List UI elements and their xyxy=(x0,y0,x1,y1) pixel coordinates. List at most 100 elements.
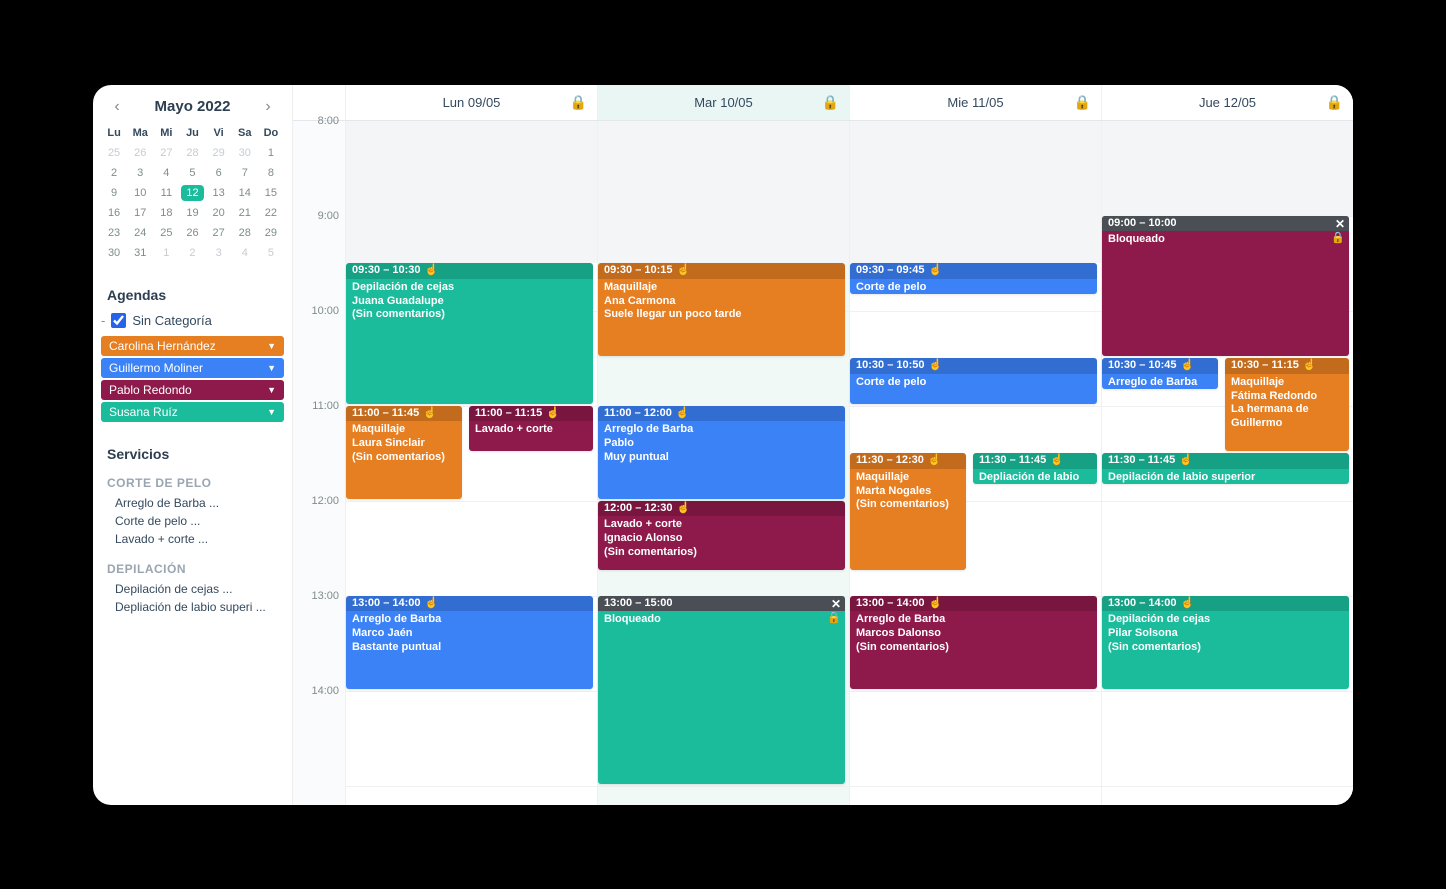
collapse-dash-icon[interactable]: - xyxy=(101,313,105,328)
mini-cal-day[interactable]: 27 xyxy=(206,223,232,243)
uncategorized-checkbox[interactable] xyxy=(111,313,126,328)
mini-cal-day[interactable]: 30 xyxy=(101,243,127,263)
mini-cal-day[interactable]: 6 xyxy=(206,163,232,183)
mini-cal-day[interactable]: 9 xyxy=(101,183,127,203)
dow-label: Ju xyxy=(179,123,205,143)
mini-cal-day[interactable]: 18 xyxy=(153,203,179,223)
chevron-down-icon[interactable]: ▼ xyxy=(267,363,276,373)
calendar-event[interactable]: 09:30 – 09:45☝Corte de pelo xyxy=(850,263,1097,294)
calendar-event[interactable]: 13:00 – 14:00☝Arreglo de BarbaMarcos Dal… xyxy=(850,596,1097,689)
chevron-down-icon[interactable]: ▼ xyxy=(267,407,276,417)
calendar-event[interactable]: 11:30 – 11:45☝Depliación de labio xyxy=(973,453,1097,484)
close-icon[interactable]: ✕ xyxy=(831,597,841,612)
mini-cal-day[interactable]: 5 xyxy=(179,163,205,183)
mini-cal-day[interactable]: 2 xyxy=(101,163,127,183)
mini-cal-day[interactable]: 1 xyxy=(153,243,179,263)
agenda-chip[interactable]: Susana Ruíz▼ xyxy=(101,402,284,422)
hand-icon: ☝ xyxy=(928,454,942,468)
mini-cal-day[interactable]: 13 xyxy=(206,183,232,203)
calendar-event[interactable]: 09:30 – 10:15☝MaquillajeAna CarmonaSuele… xyxy=(598,263,845,356)
service-item[interactable]: Arreglo de Barba ... xyxy=(101,494,284,512)
mini-cal-day[interactable]: 25 xyxy=(101,143,127,163)
calendar-event[interactable]: 13:00 – 14:00☝Arreglo de BarbaMarco Jaén… xyxy=(346,596,593,689)
uncategorized-label: Sin Categoría xyxy=(132,313,212,328)
mini-cal-day[interactable]: 28 xyxy=(179,143,205,163)
mini-cal-day[interactable]: 20 xyxy=(206,203,232,223)
calendar-event[interactable]: 11:00 – 11:15☝Lavado + corte xyxy=(469,406,593,452)
mini-cal-day[interactable]: 8 xyxy=(258,163,284,183)
event-line: Laura Sinclair xyxy=(352,437,456,451)
mini-cal-day[interactable]: 30 xyxy=(232,143,258,163)
mini-cal-day[interactable]: 27 xyxy=(153,143,179,163)
event-time-row: 10:30 – 10:50☝ xyxy=(850,358,1097,374)
calendar-event[interactable]: 11:00 – 12:00☝Arreglo de BarbaPabloMuy p… xyxy=(598,406,845,499)
hour-line xyxy=(850,786,1101,787)
mini-cal-day[interactable]: 5 xyxy=(258,243,284,263)
close-icon[interactable]: ✕ xyxy=(1335,217,1345,232)
calendar-event[interactable]: 11:00 – 11:45☝MaquillajeLaura Sinclair(S… xyxy=(346,406,462,499)
mini-cal-day[interactable]: 15 xyxy=(258,183,284,203)
service-item[interactable]: Corte de pelo ... xyxy=(101,512,284,530)
calendar-event[interactable]: 11:30 – 11:45☝Depilación de labio superi… xyxy=(1102,453,1349,484)
day-column[interactable]: 09:30 – 10:30☝Depilación de cejasJuana G… xyxy=(345,121,597,805)
mini-cal-day[interactable]: 3 xyxy=(206,243,232,263)
mini-cal-day[interactable]: 12 xyxy=(179,183,205,203)
mini-cal-day[interactable]: 29 xyxy=(206,143,232,163)
agenda-chip[interactable]: Guillermo Moliner ▼ xyxy=(101,358,284,378)
day-column[interactable]: 09:30 – 09:45☝Corte de pelo 10:30 – 10:50… xyxy=(849,121,1101,805)
day-header[interactable]: Jue 12/05🔒 xyxy=(1101,85,1353,120)
day-column[interactable]: 09:30 – 10:15☝MaquillajeAna CarmonaSuele… xyxy=(597,121,849,805)
day-header[interactable]: Mie 11/05🔒 xyxy=(849,85,1101,120)
mini-cal-day[interactable]: 28 xyxy=(232,223,258,243)
mini-cal-day[interactable]: 31 xyxy=(127,243,153,263)
calendar-event[interactable]: 13:00 – 15:00Bloqueado✕🔒 xyxy=(598,596,845,784)
mini-cal-day[interactable]: 22 xyxy=(258,203,284,223)
mini-cal-day[interactable]: 11 xyxy=(153,183,179,203)
service-item[interactable]: Depliación de labio superi ... xyxy=(101,598,284,616)
day-column[interactable]: 09:00 – 10:00Bloqueado✕🔒10:30 – 10:45☝Ar… xyxy=(1101,121,1353,805)
mini-cal-day[interactable]: 29 xyxy=(258,223,284,243)
calendar-event[interactable]: 10:30 – 10:50☝Corte de pelo xyxy=(850,358,1097,404)
mini-cal-day[interactable]: 24 xyxy=(127,223,153,243)
mini-cal-day[interactable]: 17 xyxy=(127,203,153,223)
service-item[interactable]: Depilación de cejas ... xyxy=(101,580,284,598)
calendar-event[interactable]: 09:00 – 10:00Bloqueado✕🔒 xyxy=(1102,216,1349,357)
agenda-chip[interactable]: Pablo Redondo▼ xyxy=(101,380,284,400)
mini-cal-day[interactable]: 16 xyxy=(101,203,127,223)
calendar-event[interactable]: 13:00 – 14:00☝Depilación de cejasPilar S… xyxy=(1102,596,1349,689)
mini-cal-day[interactable]: 2 xyxy=(179,243,205,263)
day-header[interactable]: Mar 10/05🔒 xyxy=(597,85,849,120)
mini-cal-day[interactable]: 3 xyxy=(127,163,153,183)
chevron-down-icon[interactable]: ▼ xyxy=(267,341,276,351)
agenda-chip[interactable]: Carolina Hernández▼ xyxy=(101,336,284,356)
calendar-event[interactable]: 10:30 – 10:45☝Arreglo de Barba xyxy=(1102,358,1218,389)
mini-cal-day[interactable]: 26 xyxy=(127,143,153,163)
mini-cal-day[interactable]: 14 xyxy=(232,183,258,203)
service-item[interactable]: Lavado + corte ... xyxy=(101,530,284,548)
agenda-category-row[interactable]: - Sin Categoría xyxy=(101,311,284,334)
calendar-event[interactable]: 10:30 – 11:15☝MaquillajeFátima RedondoLa… xyxy=(1225,358,1349,451)
calendar-event[interactable]: 11:30 – 12:30☝MaquillajeMarta Nogales(Si… xyxy=(850,453,966,570)
prev-month-button[interactable]: ‹ xyxy=(107,97,127,117)
day-header[interactable]: Lun 09/05🔒 xyxy=(345,85,597,120)
calendar-event[interactable]: 12:00 – 12:30☝Lavado + corteIgnacio Alon… xyxy=(598,501,845,570)
agenda-chip-label: Guillermo Moliner xyxy=(109,361,203,375)
event-time: 13:00 – 14:00 xyxy=(856,597,925,611)
mini-cal-day[interactable]: 25 xyxy=(153,223,179,243)
calendar-grid[interactable]: 8:009:0010:0011:0012:0013:0014:00 09:30 … xyxy=(293,121,1353,805)
chevron-down-icon[interactable]: ▼ xyxy=(267,385,276,395)
event-line: Maquillaje xyxy=(1231,376,1343,390)
mini-cal-day[interactable]: 21 xyxy=(232,203,258,223)
calendar-event[interactable]: 09:30 – 10:30☝Depilación de cejasJuana G… xyxy=(346,263,593,404)
mini-cal-day[interactable]: 4 xyxy=(153,163,179,183)
next-month-button[interactable]: › xyxy=(258,97,278,117)
mini-cal-day[interactable]: 1 xyxy=(258,143,284,163)
mini-cal-day[interactable]: 4 xyxy=(232,243,258,263)
mini-cal-day[interactable]: 26 xyxy=(179,223,205,243)
mini-cal-day[interactable]: 10 xyxy=(127,183,153,203)
mini-calendar[interactable]: LuMaMiJuViSaDo 2526272829301234567891011… xyxy=(101,123,284,263)
mini-cal-day[interactable]: 7 xyxy=(232,163,258,183)
mini-cal-day[interactable]: 23 xyxy=(101,223,127,243)
mini-cal-day[interactable]: 19 xyxy=(179,203,205,223)
hour-label: 12:00 xyxy=(311,495,339,507)
